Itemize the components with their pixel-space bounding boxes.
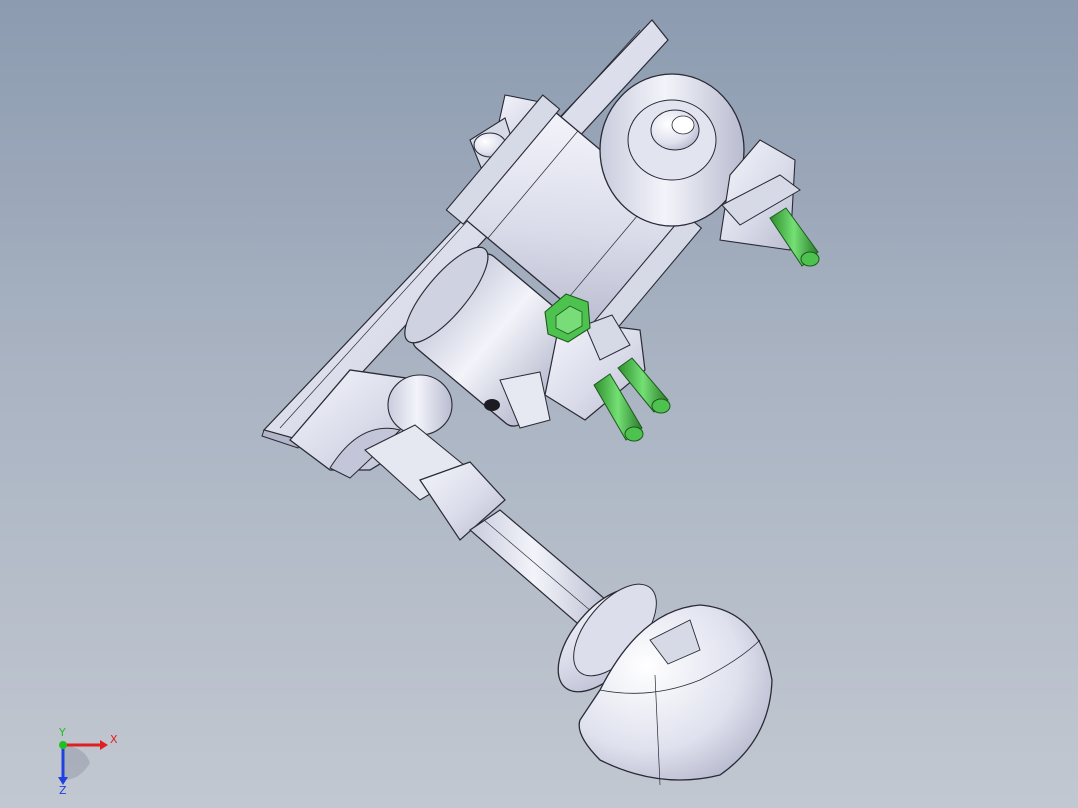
x-axis-label: X [110, 733, 118, 746]
z-axis-label: Z [59, 784, 67, 795]
3d-model-assembly[interactable] [0, 0, 1078, 808]
triad-shadow [63, 745, 90, 780]
motor-end-cap[interactable] [599, 73, 745, 227]
x-axis-arrow [100, 740, 108, 750]
y-axis-label: Y [58, 726, 66, 739]
y-axis-dot [59, 741, 67, 749]
graphics-viewport[interactable]: X Y Z [0, 0, 1078, 808]
coordinate-triad: X Y Z [58, 726, 118, 795]
